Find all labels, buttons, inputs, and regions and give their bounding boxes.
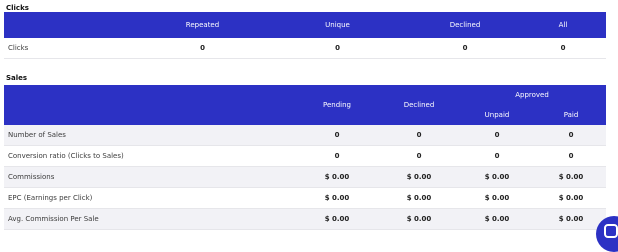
table-cell: 0 [294,145,380,167]
table-cell: $ 0.00 [294,166,380,188]
conversion-ratio-label: Conversion ratio (Clicks to Sales) [4,145,294,167]
table-cell: $ 0.00 [458,187,536,209]
table-cell: 0 [458,145,536,167]
table-cell: $ 0.00 [458,208,536,230]
clicks-table: Repeated Unique Declined All Clicks 0 0 … [4,12,606,59]
table-cell: 0 [536,125,607,146]
table-row: Conversion ratio (Clicks to Sales) 0 0 0… [4,145,607,167]
sales-header-paid: Paid [536,105,607,125]
sales-header-pending: Pending [294,85,380,125]
number-of-sales-label: Number of Sales [4,125,294,146]
table-cell: $ 0.00 [536,187,607,209]
table-cell: 0 [380,125,458,146]
table-cell: 0 [458,125,536,146]
clicks-row-label: Clicks [4,38,140,59]
epc-label: EPC (Earnings per Click) [4,187,294,209]
clicks-header-declined: Declined [410,12,520,38]
table-cell: $ 0.00 [294,187,380,209]
table-row: EPC (Earnings per Click) $ 0.00 $ 0.00 $… [4,187,607,209]
table-cell: 0 [294,125,380,146]
table-row: Avg. Commission Per Sale $ 0.00 $ 0.00 $… [4,208,607,230]
avg-commission-label: Avg. Commission Per Sale [4,208,294,230]
table-cell: $ 0.00 [380,166,458,188]
sales-header-unpaid: Unpaid [458,105,536,125]
clicks-all-value: 0 [520,38,606,59]
clicks-row: Clicks 0 0 0 0 [4,38,606,59]
clicks-header-row: Repeated Unique Declined All [4,12,606,38]
sales-table: Pending Declined Approved Unpaid Paid Nu… [4,85,607,230]
clicks-repeated-value: 0 [140,38,265,59]
table-cell: $ 0.00 [380,187,458,209]
sales-header-row-top: Pending Declined Approved [4,85,607,125]
table-cell: $ 0.00 [458,166,536,188]
clicks-section-title: Clicks [6,4,29,12]
table-cell: $ 0.00 [536,208,607,230]
sales-section-title: Sales [6,74,28,82]
clicks-unique-value: 0 [265,38,410,59]
table-cell: 0 [380,145,458,167]
table-cell: 0 [536,145,607,167]
clicks-header-unique: Unique [265,12,410,38]
chat-widget-button[interactable] [596,216,618,252]
clicks-declined-value: 0 [410,38,520,59]
table-cell: $ 0.00 [294,208,380,230]
commissions-label: Commissions [4,166,294,188]
sales-header-blank [4,85,294,125]
clicks-header-all: All [520,12,606,38]
table-row: Number of Sales 0 0 0 0 [4,125,607,146]
sales-header-declined: Declined [380,85,458,125]
clicks-header-repeated: Repeated [140,12,265,38]
chat-icon [604,224,618,238]
sales-header-approved: Approved [458,85,607,105]
table-cell: $ 0.00 [536,166,607,188]
table-row: Commissions $ 0.00 $ 0.00 $ 0.00 $ 0.00 [4,166,607,188]
clicks-header-blank [4,12,140,38]
table-cell: $ 0.00 [380,208,458,230]
